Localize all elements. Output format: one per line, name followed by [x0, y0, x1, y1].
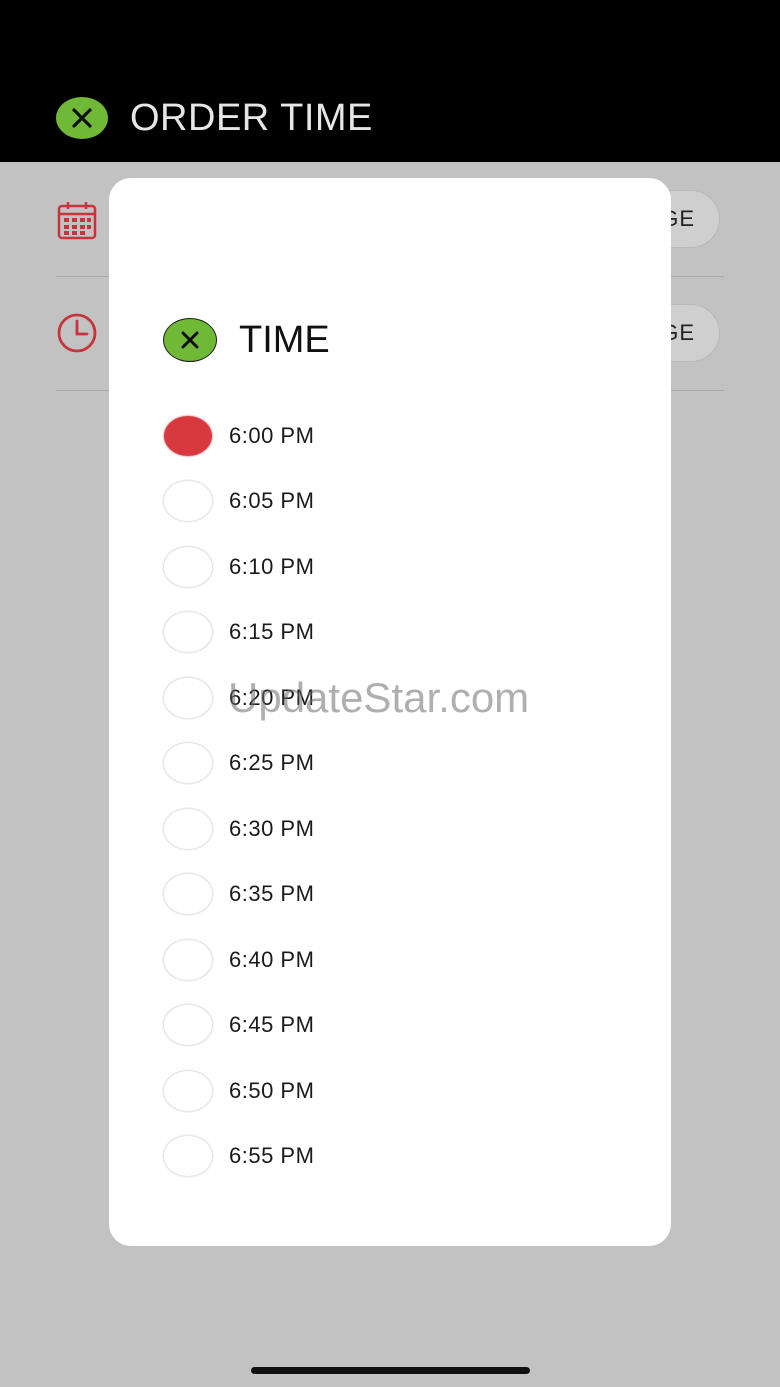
time-option[interactable]: 6:50 PM	[163, 1058, 623, 1124]
time-option[interactable]: 6:30 PM	[163, 796, 623, 862]
radio-unselected[interactable]	[163, 807, 213, 850]
time-option-label: 6:35 PM	[229, 881, 315, 907]
time-option-label: 6:20 PM	[229, 684, 315, 710]
app-header: ORDER TIME	[0, 0, 780, 162]
time-option[interactable]: 6:20 PM	[163, 665, 623, 731]
radio-unselected[interactable]	[163, 742, 213, 785]
radio-unselected[interactable]	[163, 545, 213, 588]
time-option-label: 6:15 PM	[229, 619, 315, 645]
radio-unselected[interactable]	[163, 1069, 213, 1112]
time-option-label: 6:10 PM	[229, 553, 315, 579]
close-icon[interactable]	[163, 318, 217, 362]
time-option[interactable]: 6:00 PM	[163, 403, 623, 469]
close-icon[interactable]	[56, 97, 108, 139]
time-option-label: 6:40 PM	[229, 946, 315, 972]
radio-selected[interactable]	[163, 414, 213, 457]
time-option-label: 6:25 PM	[229, 750, 315, 776]
time-option-label: 6:45 PM	[229, 1012, 315, 1038]
time-options-list: 6:00 PM 6:05 PM 6:10 PM 6:15 PM 6:20 PM 6:25 …	[163, 403, 623, 1189]
time-option[interactable]: 6:35 PM	[163, 862, 623, 928]
radio-unselected[interactable]	[163, 873, 213, 916]
dialog-title: TIME	[239, 319, 330, 361]
time-option[interactable]: 6:45 PM	[163, 993, 623, 1059]
time-option-label: 6:00 PM	[229, 422, 315, 448]
time-option-label: 6:30 PM	[229, 815, 315, 841]
home-indicator[interactable]	[251, 1367, 530, 1374]
time-option-label: 6:05 PM	[229, 488, 315, 514]
radio-unselected[interactable]	[163, 480, 213, 523]
time-option-label: 6:55 PM	[229, 1143, 315, 1169]
time-picker-dialog: TIME 6:00 PM 6:05 PM 6:10 PM 6:15 PM 6:20 PM…	[109, 178, 671, 1246]
calendar-icon	[57, 202, 97, 240]
time-option[interactable]: 6:10 PM	[163, 534, 623, 600]
radio-unselected[interactable]	[163, 1004, 213, 1047]
radio-unselected[interactable]	[163, 938, 213, 981]
time-option[interactable]: 6:40 PM	[163, 927, 623, 993]
time-option-label: 6:50 PM	[229, 1077, 315, 1103]
radio-unselected[interactable]	[163, 676, 213, 719]
clock-icon	[57, 313, 97, 353]
page-title: ORDER TIME	[130, 97, 373, 139]
time-option[interactable]: 6:55 PM	[163, 1124, 623, 1190]
radio-unselected[interactable]	[163, 1135, 213, 1178]
time-option[interactable]: 6:25 PM	[163, 731, 623, 797]
time-option[interactable]: 6:15 PM	[163, 600, 623, 666]
radio-unselected[interactable]	[163, 611, 213, 654]
time-option[interactable]: 6:05 PM	[163, 469, 623, 535]
